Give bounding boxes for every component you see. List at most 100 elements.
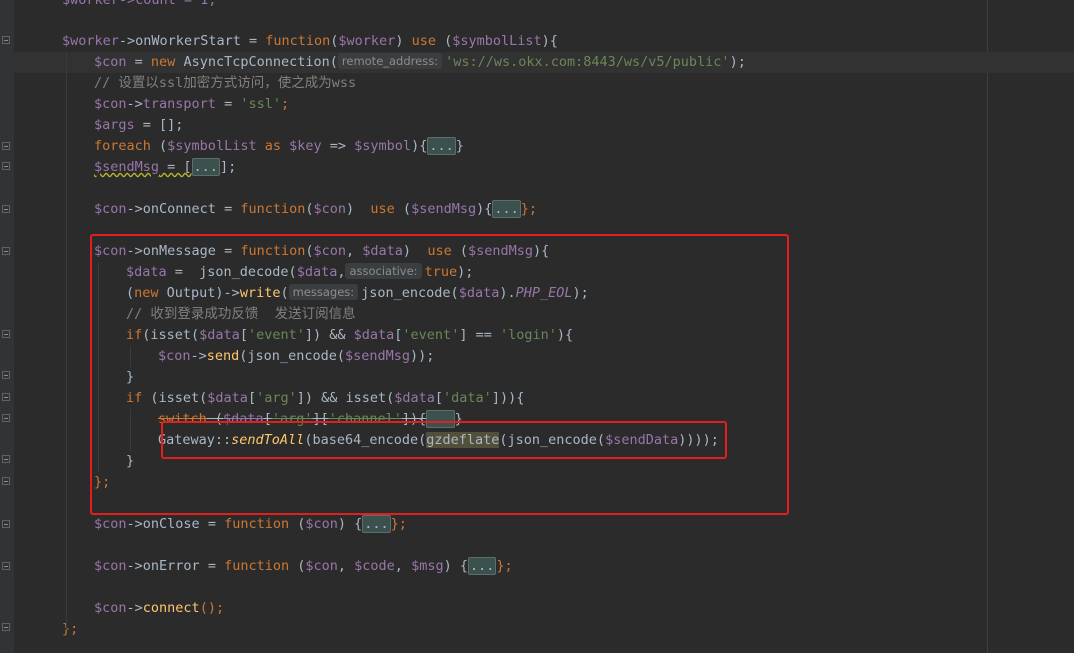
code-token: use	[411, 33, 436, 49]
code-token: );	[729, 54, 746, 70]
code-token: $con	[313, 201, 347, 217]
code-line[interactable]: $args = [];	[14, 115, 1074, 136]
code-token: };	[496, 558, 513, 574]
code-token: ){	[541, 33, 558, 49]
folded-code-placeholder[interactable]: ...	[492, 200, 521, 218]
code-token: $symbolList	[452, 33, 542, 49]
code-token: (	[394, 201, 412, 217]
code-token: ->	[126, 96, 143, 112]
code-token: ,	[337, 558, 355, 574]
code-token: };	[520, 201, 538, 217]
code-token: onWorkerStart	[135, 33, 241, 49]
code-token: ->	[126, 558, 143, 574]
code-line[interactable]: $worker->onWorkerStart = function($worke…	[14, 31, 1074, 52]
highlight-box-gateway-line	[161, 421, 727, 459]
fold-toggle-icon[interactable]	[2, 205, 10, 213]
fold-toggle-icon[interactable]	[2, 623, 10, 631]
code-token: 'ssl'	[240, 96, 281, 112]
code-token: (	[150, 138, 168, 154]
code-token: (	[435, 33, 453, 49]
code-token: ,	[394, 558, 412, 574]
fold-toggle-icon[interactable]	[2, 36, 10, 44]
code-line[interactable]: $con->onError = function ($con, $code, $…	[14, 556, 1074, 577]
code-token: onClose	[142, 516, 200, 532]
code-text: $sendMsg = [...];	[94, 157, 236, 178]
fold-toggle-icon[interactable]	[2, 142, 10, 150]
code-token: $con	[94, 600, 127, 616]
code-line[interactable]: $con->transport = 'ssl';	[14, 94, 1074, 115]
code-token: connect	[142, 600, 200, 616]
code-text: $args = [];	[94, 115, 183, 136]
code-token: =	[215, 96, 241, 112]
fold-toggle-icon[interactable]	[2, 247, 10, 255]
code-token: $con	[94, 54, 127, 70]
fold-gutter	[0, 0, 14, 653]
code-token: )	[346, 201, 371, 217]
code-token: 'ws://ws.okx.com:8443/ws/v5/public'	[445, 54, 730, 70]
code-token: new	[150, 54, 176, 70]
code-token: $symbol	[354, 138, 412, 154]
code-token: $con	[94, 516, 127, 532]
code-token: $args	[94, 117, 135, 133]
code-token: ->	[126, 516, 143, 532]
code-token: =	[240, 33, 266, 49]
code-token: foreach	[94, 138, 151, 154]
fold-toggle-icon[interactable]	[2, 393, 10, 401]
code-token: $worker	[62, 33, 119, 49]
code-line[interactable]: $worker->count = 1;	[14, 0, 1074, 11]
code-token: AsyncTcpConnection	[183, 54, 330, 70]
code-token: (	[289, 516, 306, 532]
code-line[interactable]: $con->onConnect = function($con) use ($s…	[14, 199, 1074, 220]
code-token: $con	[305, 558, 338, 574]
code-text: $con->transport = 'ssl';	[94, 94, 289, 115]
code-token: $sendMsg	[411, 201, 477, 217]
code-line[interactable]: };	[14, 619, 1074, 640]
code-token: =>	[321, 138, 355, 154]
code-line[interactable]: foreach ($symbolList as $key => $symbol)…	[14, 136, 1074, 157]
folded-code-placeholder[interactable]: ...	[191, 158, 220, 176]
code-text: foreach ($symbolList as $key => $symbol)…	[94, 136, 464, 157]
code-token: $worker->count = 1;	[62, 0, 217, 8]
code-text: // 设置以ssl加密方式访问，使之成为wss	[94, 73, 356, 94]
code-token: };	[62, 621, 79, 637]
code-token: $con	[94, 558, 127, 574]
folded-code-placeholder[interactable]: ...	[427, 137, 456, 155]
parameter-hint: remote_address:	[337, 53, 443, 69]
fold-toggle-icon[interactable]	[2, 330, 10, 338]
code-token: as	[264, 138, 281, 154]
code-token: $msg	[411, 558, 444, 574]
fold-toggle-icon[interactable]	[2, 477, 10, 485]
code-line[interactable]: $con->onClose = function ($con) {...};	[14, 514, 1074, 535]
code-text: $con = new AsyncTcpConnection(remote_add…	[94, 52, 746, 73]
code-token: function	[265, 33, 331, 49]
fold-toggle-icon[interactable]	[2, 455, 10, 463]
fold-toggle-icon[interactable]	[2, 162, 10, 170]
code-token: =	[199, 558, 225, 574]
code-token: $con	[305, 516, 338, 532]
code-line-comment-ssl[interactable]: // 设置以ssl加密方式访问，使之成为wss	[14, 73, 1074, 94]
code-token: };	[390, 516, 407, 532]
fold-toggle-icon[interactable]	[2, 371, 10, 379]
code-token: onConnect	[142, 201, 216, 217]
code-text: $con->onClose = function ($con) {...};	[94, 514, 407, 535]
code-line[interactable]: $con->connect();	[14, 598, 1074, 619]
code-token: )	[395, 33, 412, 49]
folded-code-placeholder[interactable]: ...	[467, 557, 497, 575]
code-token: function	[240, 201, 306, 217]
code-token: (	[329, 54, 338, 70]
code-line-async-connection[interactable]: $con = new AsyncTcpConnection(remote_add…	[14, 52, 1074, 73]
code-token: transport	[142, 96, 216, 112]
folded-code-placeholder[interactable]: ...	[362, 515, 391, 533]
code-token: =	[199, 516, 225, 532]
fold-toggle-icon[interactable]	[2, 520, 10, 528]
code-token: ){	[476, 201, 493, 217]
code-text: $con->connect();	[94, 598, 224, 619]
code-token: ) {	[337, 516, 363, 532]
code-token: ->	[118, 33, 136, 49]
code-text: $worker->onWorkerStart = function($worke…	[62, 31, 558, 52]
fold-toggle-icon[interactable]	[2, 562, 10, 570]
fold-toggle-icon[interactable]	[2, 414, 10, 422]
code-token: $worker	[338, 33, 396, 49]
code-line[interactable]: $sendMsg = [...];	[14, 157, 1074, 178]
